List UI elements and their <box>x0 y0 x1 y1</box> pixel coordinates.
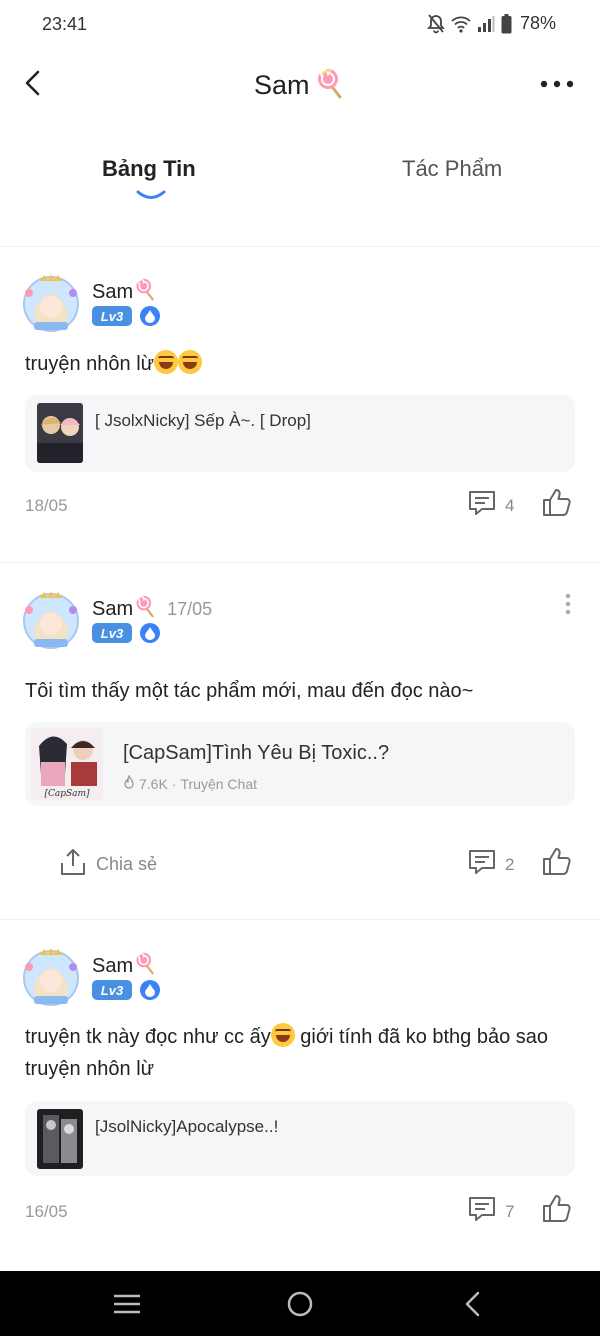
header: Sam <box>0 55 600 115</box>
story-thumbnail <box>37 1109 83 1169</box>
lollipop-icon <box>135 277 157 307</box>
comment-button[interactable]: 7 <box>467 1194 514 1229</box>
drop-badge-icon <box>140 306 160 326</box>
story-title: [ JsolxNicky] Sếp À~. [ Drop] <box>95 411 311 430</box>
system-nav-bar <box>0 1271 600 1336</box>
mute-bell-icon <box>427 13 445 34</box>
back-icon[interactable] <box>458 1290 488 1318</box>
story-title: [CapSam]Tình Yêu Bị Toxic..? <box>123 742 390 764</box>
status-icons: 78% <box>427 13 556 34</box>
level-badge: Lv3 <box>92 980 132 1000</box>
author-name[interactable]: Sam <box>92 951 157 981</box>
status-bar: 23:41 78% <box>0 0 600 50</box>
tab-indicator <box>136 188 166 206</box>
post-text: truyện tk này đọc như cc ấy giới tính đã… <box>25 1021 575 1085</box>
story-meta: 7.6K · Truyện Chat <box>123 774 257 792</box>
avatar[interactable] <box>20 588 82 650</box>
share-label: Chia sẻ <box>96 854 158 874</box>
post-date: 18/05 <box>25 496 68 515</box>
drop-badge-icon <box>140 623 160 643</box>
author-name-text: Sam <box>92 954 134 977</box>
wifi-icon <box>451 15 471 33</box>
badges: Lv3 <box>92 306 160 326</box>
tab-works[interactable]: Tác Phẩm <box>402 156 502 182</box>
laughing-emoji-icon <box>154 350 179 374</box>
page-title: Sam <box>254 70 310 100</box>
level-badge: Lv3 <box>92 306 132 326</box>
more-dots-icon[interactable] <box>540 77 574 89</box>
comment-count: 4 <box>505 495 515 515</box>
author-name-text: Sam <box>92 597 134 620</box>
page-title-wrap: Sam <box>0 67 600 104</box>
post-text: truyện nhôn lừ <box>25 348 575 380</box>
like-icon[interactable] <box>541 486 573 518</box>
story-thumbnail <box>37 403 83 463</box>
drop-badge-icon <box>140 980 160 1000</box>
avatar[interactable] <box>20 271 82 333</box>
share-icon <box>58 847 88 882</box>
post-date: 17/05 <box>167 598 213 619</box>
story-card[interactable]: [CapSam] [CapSam]Tình Yêu Bị Toxic..? 7.… <box>25 722 575 806</box>
badges: Lv3 <box>92 623 160 643</box>
tab-bar: Bảng Tin Tác Phẩm <box>0 150 600 205</box>
story-thumbnail: [CapSam] <box>31 728 103 800</box>
comment-button[interactable]: 4 <box>467 488 514 523</box>
avatar[interactable] <box>20 945 82 1007</box>
story-card[interactable]: [ JsolxNicky] Sếp À~. [ Drop] <box>25 395 575 472</box>
badges: Lv3 <box>92 980 160 1000</box>
level-badge: Lv3 <box>92 623 132 643</box>
comment-icon <box>467 1194 497 1229</box>
story-card[interactable]: [JsolNicky]Apocalypse..! <box>25 1101 575 1176</box>
comment-count: 2 <box>505 854 515 874</box>
post-card: Sam Lv3 truyện tk này đọc như cc ấy giới… <box>0 942 600 1242</box>
battery-percent: 78% <box>519 13 556 33</box>
fire-icon <box>123 774 135 792</box>
divider <box>0 919 600 920</box>
status-time: 23:41 <box>42 14 88 34</box>
author-name[interactable]: Sam 17/05 <box>92 594 212 624</box>
divider <box>0 246 600 247</box>
divider <box>0 562 600 563</box>
post-card: Sam 17/05 Lv3 Tôi tìm thấy một tác phẩm … <box>0 585 600 915</box>
lollipop-icon <box>135 594 157 624</box>
laughing-emoji-icon <box>178 350 203 374</box>
laughing-emoji-icon <box>270 1023 295 1047</box>
post-date: 16/05 <box>25 1202 68 1221</box>
comment-icon <box>467 488 497 523</box>
recent-apps-icon[interactable] <box>112 1290 142 1318</box>
svg-text:[CapSam]: [CapSam] <box>44 789 90 799</box>
like-icon[interactable] <box>541 1192 573 1224</box>
story-title: [JsolNicky]Apocalypse..! <box>95 1117 279 1136</box>
tab-news[interactable]: Bảng Tin <box>102 156 196 182</box>
meta-separator: · <box>171 775 177 792</box>
comment-button[interactable]: 2 <box>467 847 514 882</box>
author-name[interactable]: Sam <box>92 277 157 307</box>
story-views: 7.6K <box>139 775 168 792</box>
lollipop-icon <box>316 67 346 104</box>
post-menu-icon[interactable] <box>564 593 572 615</box>
comment-count: 7 <box>505 1201 515 1221</box>
signal-icon <box>477 15 495 33</box>
battery-icon <box>501 13 512 34</box>
comment-icon <box>467 847 497 882</box>
lollipop-icon <box>135 951 157 981</box>
story-type: Truyện Chat <box>180 775 257 792</box>
post-text: Tôi tìm thấy một tác phẩm mới, mau đến đ… <box>25 680 474 702</box>
share-button[interactable]: Chia sẻ <box>58 847 157 882</box>
like-icon[interactable] <box>541 845 573 877</box>
post-card: Sam Lv3 truyện nhôn lừ [ JsolxNicky] Sếp… <box>0 268 600 558</box>
home-icon[interactable] <box>285 1290 315 1318</box>
author-name-text: Sam <box>92 280 134 303</box>
